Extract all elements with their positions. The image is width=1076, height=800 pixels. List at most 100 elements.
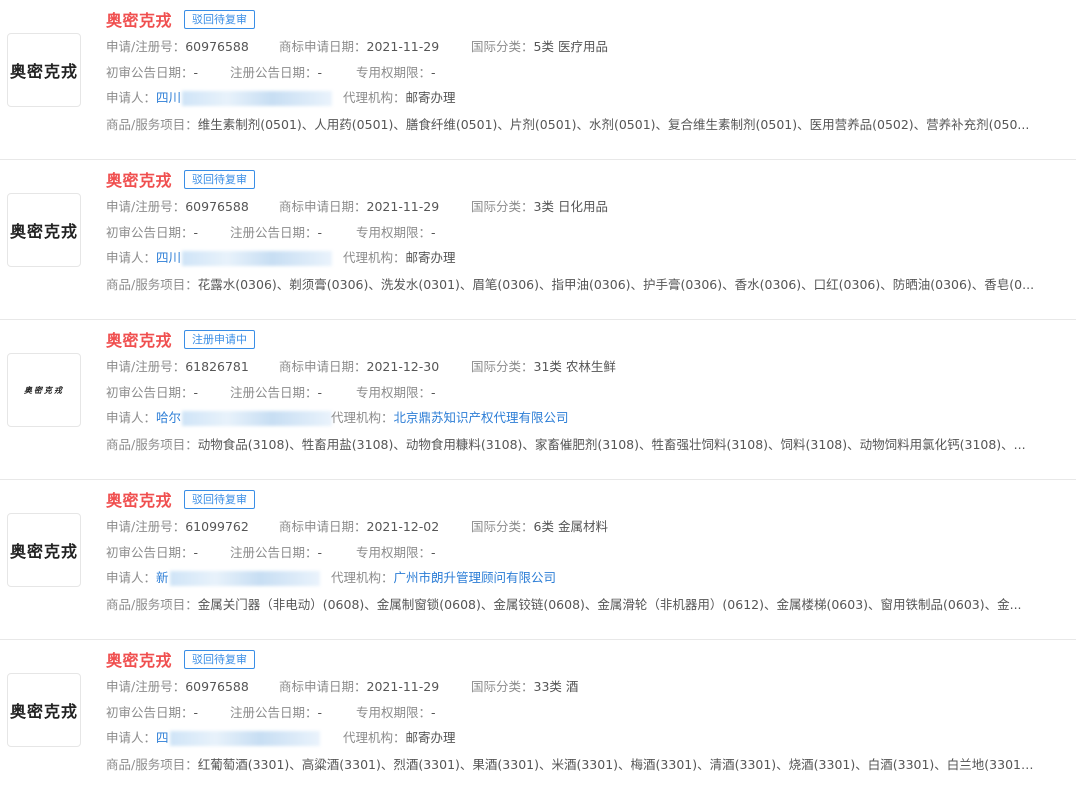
status-badge: 驳回待复审 — [184, 169, 256, 189]
exclusive-value: - — [431, 705, 436, 720]
reg-date-value: - — [317, 385, 323, 400]
status-badge: 驳回待复审 — [184, 649, 256, 669]
redacted-blur — [182, 411, 333, 426]
intl-class-value: 31类 农林生鲜 — [533, 359, 616, 374]
reg-no-value: 61826781 — [185, 359, 249, 374]
applicant-label: 申请人： — [106, 410, 157, 425]
exclusive-value: - — [431, 65, 436, 80]
trademark-logo[interactable]: 奥密克戎 — [7, 353, 81, 427]
agency-value: 邮寄办理 — [405, 250, 456, 265]
apply-date-label: 商标申请日期： — [279, 519, 367, 534]
goods-label: 商品/服务项目： — [106, 597, 198, 612]
agency-link[interactable]: 北京鼎苏知识产权代理有限公司 — [394, 410, 569, 425]
redacted-blur — [182, 251, 333, 266]
prelim-date-label: 初审公告日期： — [106, 65, 194, 80]
apply-date-label: 商标申请日期： — [279, 199, 367, 214]
info-row-4: 商品/服务项目：动物食品(3108)、牲畜用盐(3108)、动物食用糠料(310… — [106, 436, 1038, 454]
apply-date-label: 商标申请日期： — [279, 679, 367, 694]
status-badge: 注册申请中 — [184, 329, 256, 349]
trademark-item[interactable]: 奥密克戎 奥密克戎 驳回待复审 申请/注册号：60976588 商标申请日期：2… — [0, 640, 1076, 800]
goods-label: 商品/服务项目： — [106, 757, 198, 772]
trademark-name[interactable]: 奥密克戎 — [106, 487, 172, 511]
applicant-link[interactable]: 四川 — [156, 250, 333, 266]
intl-class-value: 33类 酒 — [533, 679, 579, 694]
goods-value: 动物食品(3108)、牲畜用盐(3108)、动物食用糠料(3108)、家畜催肥剂… — [197, 437, 1026, 452]
agency-link[interactable]: 广州市朗升管理顾问有限公司 — [394, 570, 557, 585]
prelim-date-value: - — [193, 705, 199, 720]
reg-date-label: 注册公告日期： — [230, 385, 318, 400]
prelim-date-label: 初审公告日期： — [106, 705, 194, 720]
reg-date-label: 注册公告日期： — [230, 225, 318, 240]
goods-label: 商品/服务项目： — [106, 277, 198, 292]
reg-date-value: - — [317, 705, 323, 720]
exclusive-label: 专用权期限： — [356, 705, 432, 720]
status-badge: 驳回待复审 — [184, 489, 256, 509]
trademark-logo[interactable]: 奥密克戎 — [7, 33, 81, 107]
trademark-list: 奥密克戎 奥密克戎 驳回待复审 申请/注册号：60976588 商标申请日期：2… — [0, 0, 1076, 800]
trademark-logo[interactable]: 奥密克戎 — [7, 513, 81, 587]
trademark-name[interactable]: 奥密克戎 — [106, 647, 172, 671]
reg-no-label: 申请/注册号： — [106, 359, 186, 374]
apply-date-value: 2021-11-29 — [366, 39, 440, 54]
agency-label: 代理机构： — [343, 250, 406, 265]
goods-label: 商品/服务项目： — [106, 117, 198, 132]
intl-class-label: 国际分类： — [471, 199, 534, 214]
reg-no-value: 61099762 — [185, 519, 249, 534]
goods-value: 金属关门器（非电动）(0608)、金属制窗锁(0608)、金属铰链(0608)、… — [197, 597, 1022, 612]
applicant-label: 申请人： — [106, 570, 157, 585]
exclusive-label: 专用权期限： — [356, 385, 432, 400]
logo-text: 奥密克戎 — [9, 542, 78, 561]
goods-value: 红葡萄酒(3301)、高粱酒(3301)、烈酒(3301)、果酒(3301)、米… — [197, 757, 1038, 772]
agency-value: 邮寄办理 — [405, 730, 456, 745]
logo-text: 奥密克戎 — [24, 384, 64, 395]
goods-label: 商品/服务项目： — [106, 437, 198, 452]
intl-class-value: 5类 医疗用品 — [533, 39, 608, 54]
logo-text: 奥密克戎 — [9, 62, 78, 81]
trademark-item[interactable]: 奥密克戎 奥密克戎 注册申请中 申请/注册号：61826781 商标申请日期：2… — [0, 320, 1076, 480]
reg-no-label: 申请/注册号： — [106, 39, 186, 54]
info-row-4: 商品/服务项目：红葡萄酒(3301)、高粱酒(3301)、烈酒(3301)、果酒… — [106, 756, 1038, 774]
intl-class-label: 国际分类： — [471, 359, 534, 374]
exclusive-value: - — [431, 385, 436, 400]
applicant-link[interactable]: 四川 — [156, 90, 333, 106]
agency-label: 代理机构： — [331, 570, 394, 585]
prelim-date-label: 初审公告日期： — [106, 385, 194, 400]
trademark-item[interactable]: 奥密克戎 奥密克戎 驳回待复审 申请/注册号：60976588 商标申请日期：2… — [0, 160, 1076, 320]
reg-date-value: - — [317, 225, 323, 240]
reg-date-value: - — [317, 65, 323, 80]
trademark-name[interactable]: 奥密克戎 — [106, 327, 172, 351]
goods-value: 维生素制剂(0501)、人用药(0501)、膳食纤维(0501)、片剂(0501… — [197, 117, 1030, 132]
intl-class-label: 国际分类： — [471, 39, 534, 54]
applicant-link[interactable]: 哈尔 — [156, 410, 333, 426]
status-badge: 驳回待复审 — [184, 9, 256, 29]
exclusive-value: - — [431, 545, 436, 560]
applicant-link[interactable]: 新 — [156, 570, 320, 586]
trademark-name[interactable]: 奥密克戎 — [106, 7, 172, 31]
exclusive-label: 专用权期限： — [356, 545, 432, 560]
exclusive-value: - — [431, 225, 436, 240]
reg-no-label: 申请/注册号： — [106, 199, 186, 214]
logo-text: 奥密克戎 — [9, 222, 78, 241]
reg-no-value: 60976588 — [185, 679, 249, 694]
reg-date-value: - — [317, 545, 323, 560]
trademark-item[interactable]: 奥密克戎 奥密克戎 驳回待复审 申请/注册号：61099762 商标申请日期：2… — [0, 480, 1076, 640]
trademark-name[interactable]: 奥密克戎 — [106, 167, 172, 191]
apply-date-value: 2021-12-30 — [366, 359, 440, 374]
trademark-logo[interactable]: 奥密克戎 — [7, 193, 81, 267]
exclusive-label: 专用权期限： — [356, 225, 432, 240]
reg-date-label: 注册公告日期： — [230, 705, 318, 720]
reg-no-value: 60976588 — [185, 199, 249, 214]
redacted-blur — [169, 731, 320, 746]
reg-no-value: 60976588 — [185, 39, 249, 54]
trademark-logo[interactable]: 奥密克戎 — [7, 673, 81, 747]
prelim-date-label: 初审公告日期： — [106, 545, 194, 560]
prelim-date-value: - — [193, 225, 199, 240]
trademark-item[interactable]: 奥密克戎 奥密克戎 驳回待复审 申请/注册号：60976588 商标申请日期：2… — [0, 0, 1076, 160]
info-row-4: 商品/服务项目：金属关门器（非电动）(0608)、金属制窗锁(0608)、金属铰… — [106, 596, 1038, 614]
reg-no-label: 申请/注册号： — [106, 679, 186, 694]
applicant-link[interactable]: 四 — [156, 730, 320, 746]
redacted-blur — [169, 571, 320, 586]
logo-text: 奥密克戎 — [9, 702, 78, 721]
intl-class-label: 国际分类： — [471, 679, 534, 694]
goods-value: 花露水(0306)、剃须膏(0306)、洗发水(0301)、眉笔(0306)、指… — [197, 277, 1035, 292]
